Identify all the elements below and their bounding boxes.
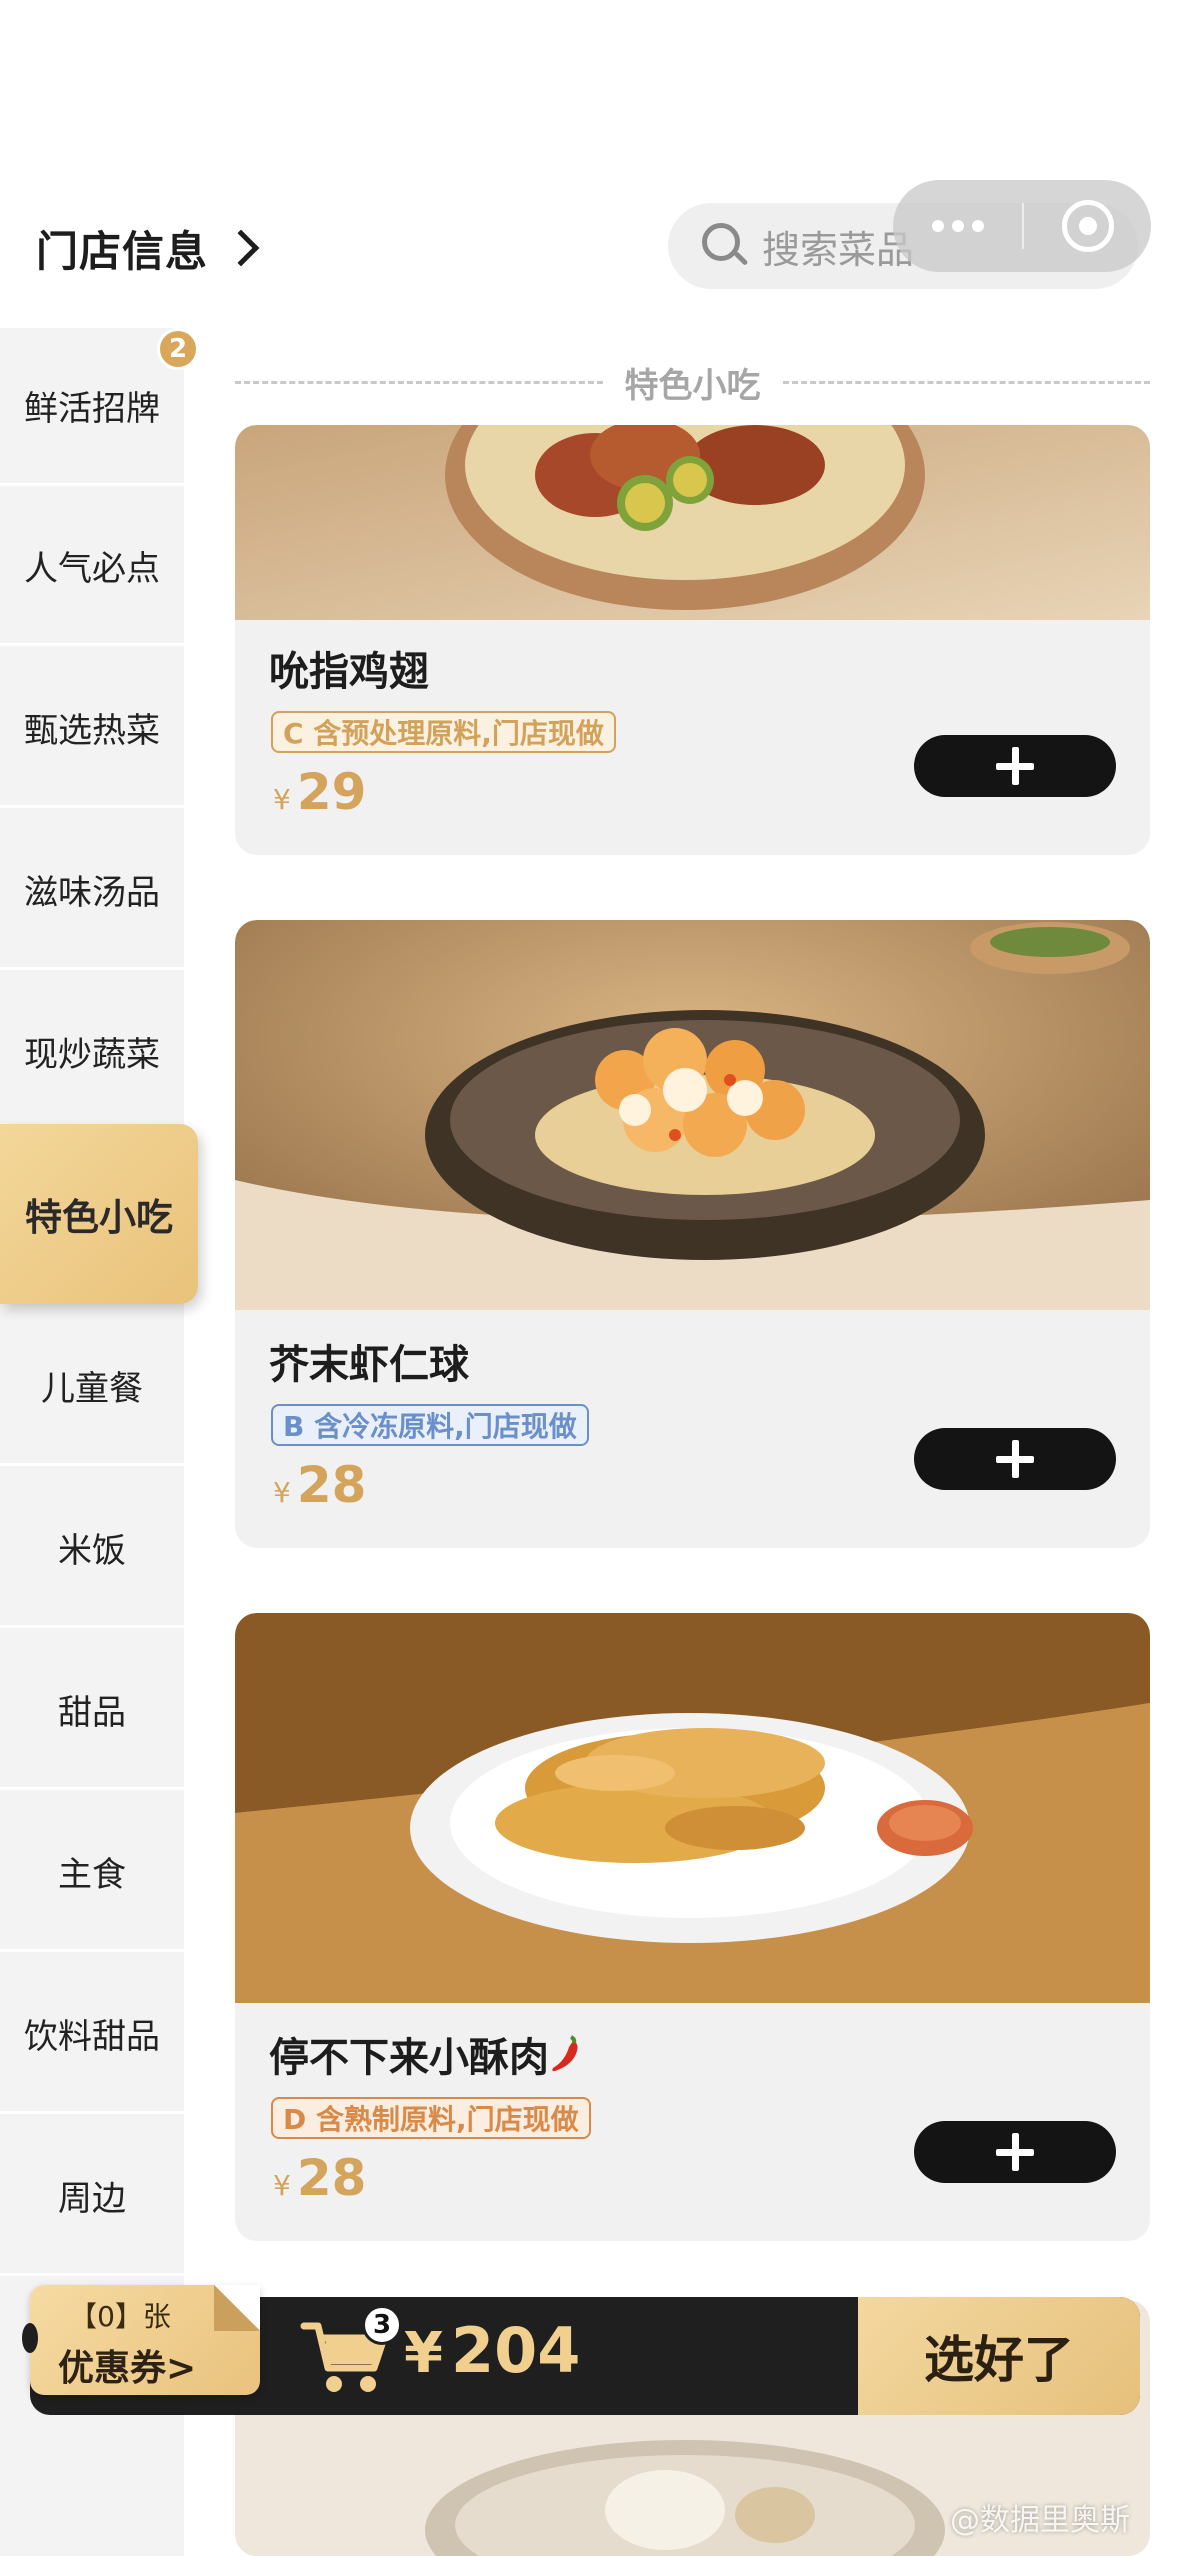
price-value: 28 (296, 1456, 367, 1514)
sidebar-item-rice[interactable]: 米饭 (0, 1470, 184, 1628)
dish-photo (235, 920, 1150, 1310)
sidebar-item-popular[interactable]: 人气必点 (0, 488, 184, 646)
price-value: 29 (296, 763, 367, 821)
dish-card[interactable]: 芥末虾仁球 B 含冷冻原料,门店现做 ¥ 28 (235, 920, 1150, 1548)
dish-photo (235, 1613, 1150, 2003)
currency-symbol: ¥ (273, 783, 291, 816)
currency-symbol: ¥ (273, 1476, 291, 1509)
currency-symbol: ¥ (404, 2321, 443, 2386)
sidebar-item-staple[interactable]: 主食 (0, 1794, 184, 1952)
dish-info: 停不下来小酥肉 D 含熟制原料,门店现做 ¥ 28 (235, 2001, 1150, 2241)
category-badge: 2 (157, 328, 199, 370)
sidebar-item-merch[interactable]: 周边 (0, 2118, 184, 2276)
dashed-divider (782, 380, 1150, 384)
dish-name: 停不下来小酥肉 (269, 2025, 583, 2083)
sidebar-item-desserts[interactable]: 甜品 (0, 1632, 184, 1790)
dish-card[interactable]: 吮指鸡翅 C 含预处理原料,门店现做 ¥ 29 (235, 425, 1150, 855)
more-options-icon[interactable] (893, 180, 1022, 272)
ingredient-tag: C 含预处理原料,门店现做 (271, 711, 616, 753)
plus-icon (996, 1440, 1034, 1478)
dish-price: ¥ 28 (273, 1456, 366, 1514)
checkout-button[interactable]: 选好了 (858, 2297, 1140, 2415)
dashed-divider (235, 380, 603, 384)
mini-program-capsule (893, 180, 1151, 272)
dish-name: 芥末虾仁球 (269, 1342, 469, 1388)
dish-name: 吮指鸡翅 (269, 649, 429, 695)
coupon-label: 优惠券> (58, 2348, 197, 2389)
dish-card[interactable]: 停不下来小酥肉 D 含熟制原料,门店现做 ¥ 28 (235, 1613, 1150, 2241)
sidebar-item-kids-meal[interactable]: 儿童餐 (0, 1308, 184, 1466)
ingredient-tag: B 含冷冻原料,门店现做 (271, 1404, 589, 1446)
sidebar-item-soups[interactable]: 滋味汤品 (0, 812, 184, 970)
sidebar-item-hot-dishes[interactable]: 甄选热菜 (0, 650, 184, 808)
plus-icon (996, 747, 1034, 785)
sidebar-item-drinks[interactable]: 饮料甜品 (0, 1956, 184, 2114)
add-to-cart-button[interactable] (914, 2121, 1116, 2183)
watermark: @数据里奥斯 (950, 2503, 1130, 2538)
sidebar-item-vegetables[interactable]: 现炒蔬菜 (0, 974, 184, 1132)
ingredient-tag: D 含熟制原料,门店现做 (271, 2097, 591, 2139)
dish-price: ¥ 28 (273, 2149, 366, 2207)
section-heading: 特色小吃 (235, 355, 1150, 409)
add-to-cart-button[interactable] (914, 735, 1116, 797)
dish-info: 芥末虾仁球 B 含冷冻原料,门店现做 ¥ 28 (235, 1308, 1150, 1548)
currency-symbol: ¥ (273, 2169, 291, 2202)
coupon-count: 【0】张 (69, 2300, 171, 2333)
search-icon (702, 223, 749, 269)
add-to-cart-button[interactable] (914, 1428, 1116, 1490)
cart-total: ¥ 204 (404, 2314, 580, 2387)
dish-info: 吮指鸡翅 C 含预处理原料,门店现做 ¥ 29 (235, 615, 1150, 855)
coupon-button[interactable]: 【0】张 优惠券> (22, 2285, 260, 2395)
cart-count-badge: 3 (362, 2305, 402, 2345)
dish-photo (235, 425, 1150, 620)
plus-icon (996, 2133, 1034, 2171)
chili-pepper-icon (552, 2035, 578, 2072)
category-sidebar: 鲜活招牌 人气必点 甄选热菜 滋味汤品 现炒蔬菜 特色小吃 儿童餐 米饭 甜品 … (0, 328, 198, 2556)
search-placeholder: 搜索菜品 (762, 227, 915, 272)
sidebar-item-snacks[interactable]: 特色小吃 (0, 1124, 198, 1304)
store-info-link[interactable]: 门店信息 (36, 215, 260, 281)
store-info-label: 门店信息 (36, 226, 209, 276)
dish-price: ¥ 29 (273, 763, 366, 821)
chevron-right-icon (222, 229, 260, 267)
price-value: 28 (296, 2149, 367, 2207)
dish-name-text: 停不下来小酥肉 (269, 2035, 549, 2081)
coupon-fold (214, 2285, 260, 2331)
close-mini-program-icon[interactable] (1024, 180, 1151, 272)
section-title: 特色小吃 (624, 365, 761, 406)
total-value: 204 (450, 2314, 581, 2387)
